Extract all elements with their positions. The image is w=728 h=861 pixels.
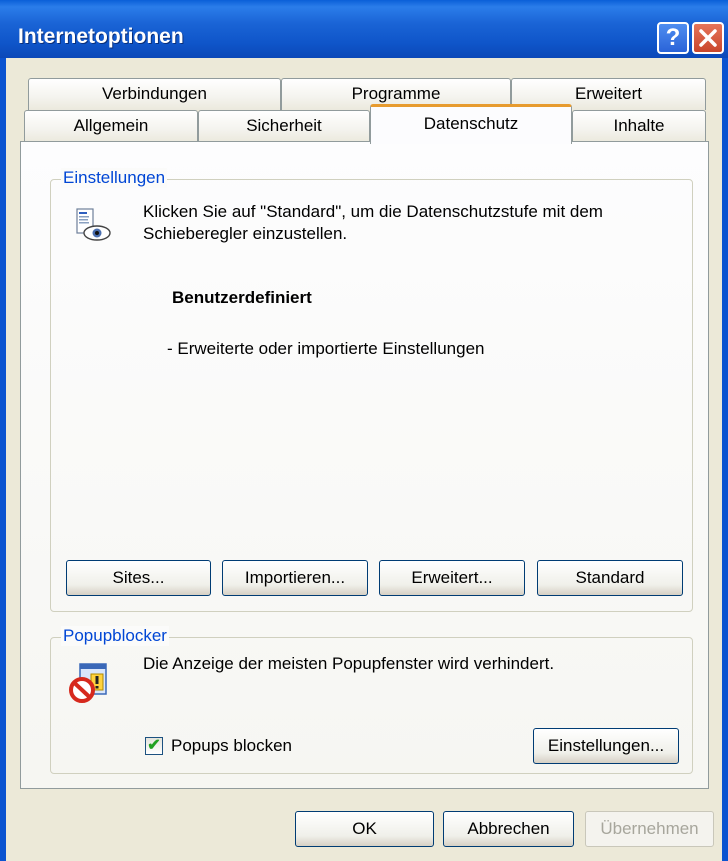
sites-button[interactable]: Sites... (66, 560, 211, 596)
tab-verbindungen[interactable]: Verbindungen (28, 78, 281, 110)
popup-block-checkbox[interactable]: ✔ (145, 737, 163, 755)
default-button[interactable]: Standard (537, 560, 683, 596)
popup-block-checkbox-label[interactable]: Popups blocken (171, 736, 292, 756)
apply-button: Übernehmen (585, 811, 714, 847)
settings-legend: Einstellungen (61, 168, 168, 188)
import-button[interactable]: Importieren... (222, 560, 368, 596)
checkmark-icon: ✔ (147, 737, 161, 754)
tab-inhalte[interactable]: Inhalte (572, 110, 706, 142)
advanced-button[interactable]: Erweitert... (379, 560, 525, 596)
window-frame-right (722, 58, 728, 861)
privacy-tab-panel: Einstellungen Klicken Sie auf "Standard"… (20, 141, 709, 789)
close-icon (699, 29, 717, 47)
popup-blocked-icon (68, 662, 110, 704)
window-frame-left (0, 58, 6, 861)
popup-description: Die Anzeige der meisten Popupfenster wir… (143, 654, 555, 673)
tab-allgemein[interactable]: Allgemein (24, 110, 198, 142)
tab-datenschutz[interactable]: Datenschutz (370, 104, 572, 144)
privacy-level-detail: - Erweiterte oder importierte Einstellun… (167, 339, 485, 358)
close-button[interactable] (692, 22, 724, 54)
ok-button[interactable]: OK (295, 811, 434, 847)
title-bar[interactable]: Internetoptionen ? (0, 0, 728, 58)
settings-description-line2: Schieberegler einzustellen. (143, 224, 348, 243)
popup-settings-button[interactable]: Einstellungen... (533, 728, 679, 764)
popup-blocker-legend: Popupblocker (61, 626, 169, 646)
window-title: Internetoptionen (18, 25, 184, 48)
popup-blocker-group: Popupblocker Die Anzeige der meisten Pop… (50, 626, 693, 774)
privacy-level-title: Benutzerdefiniert (172, 288, 312, 307)
help-button[interactable]: ? (657, 22, 689, 54)
cancel-button[interactable]: Abbrechen (443, 811, 574, 847)
tab-sicherheit[interactable]: Sicherheit (198, 110, 370, 142)
settings-description-line1: Klicken Sie auf "Standard", um die Daten… (143, 202, 603, 221)
settings-group: Einstellungen Klicken Sie auf "Standard"… (50, 168, 693, 612)
privacy-eye-icon (73, 207, 113, 243)
